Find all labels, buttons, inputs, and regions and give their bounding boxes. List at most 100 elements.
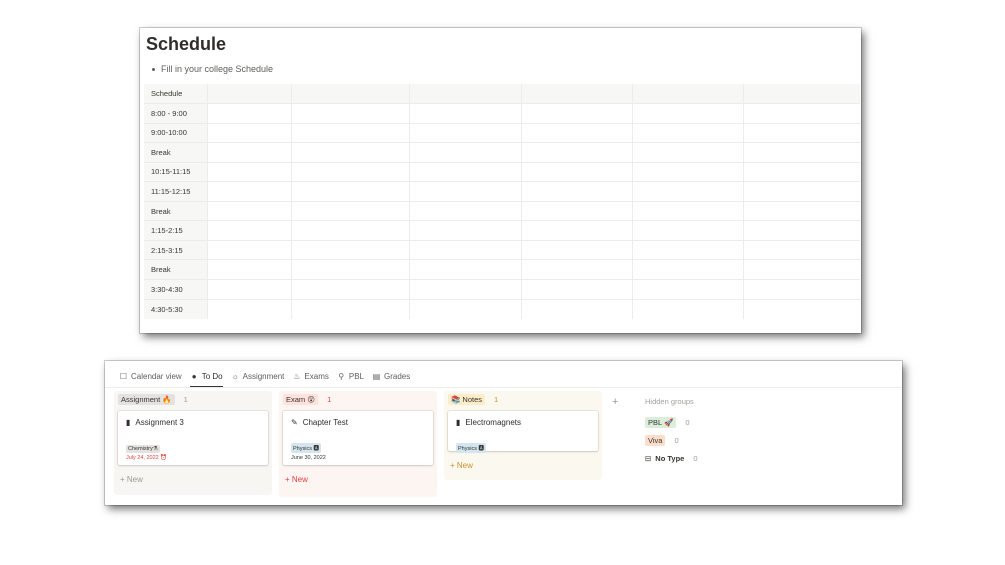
schedule-cell[interactable] — [520, 278, 632, 300]
schedule-cell[interactable] — [408, 200, 521, 221]
schedule-cell[interactable] — [290, 142, 409, 163]
schedule-cell[interactable] — [742, 142, 860, 163]
schedule-cell[interactable] — [631, 220, 743, 241]
schedule-cell[interactable] — [290, 200, 409, 221]
schedule-cell[interactable] — [206, 103, 291, 124]
group-chip[interactable]: Exam 😲 — [283, 393, 319, 405]
schedule-cell[interactable] — [290, 298, 409, 319]
schedule-cell[interactable] — [631, 84, 743, 104]
schedule-cell[interactable] — [290, 84, 409, 104]
schedule-cell[interactable] — [290, 161, 409, 182]
schedule-cell[interactable] — [408, 278, 521, 300]
schedule-cell[interactable] — [631, 298, 743, 319]
schedule-cell[interactable] — [206, 278, 291, 300]
schedule-cell[interactable] — [520, 220, 632, 241]
schedule-cell[interactable] — [742, 161, 860, 182]
schedule-cell[interactable] — [631, 103, 743, 124]
schedule-cell[interactable] — [742, 220, 860, 241]
schedule-cell[interactable] — [408, 259, 521, 280]
schedule-cell[interactable] — [520, 239, 632, 260]
schedule-cell[interactable] — [520, 142, 632, 163]
schedule-cell[interactable] — [742, 298, 860, 319]
schedule-cell[interactable] — [631, 161, 743, 182]
tab-assignment[interactable]: ☼ Assignment — [231, 368, 284, 384]
schedule-cell[interactable] — [206, 298, 291, 319]
hidden-group-no-type[interactable]: ⊟ No Type 0 — [645, 454, 698, 463]
notebook-icon: ▮ — [456, 418, 461, 427]
schedule-cell[interactable] — [290, 239, 409, 260]
board-column-exam: Exam 😲 1 ✎ Chapter Test Physics 🅰 June 3… — [279, 391, 437, 497]
edit-icon: ✎ — [291, 418, 298, 427]
tab-calendar-view[interactable]: ☐ Calendar view — [119, 368, 182, 384]
schedule-cell[interactable] — [206, 200, 291, 221]
hidden-group-viva[interactable]: Viva 0 — [645, 435, 679, 446]
column-header: Assignment 🔥 1 — [114, 391, 272, 407]
schedule-cell[interactable] — [631, 142, 743, 163]
schedule-cell[interactable] — [408, 84, 521, 104]
schedule-cell[interactable] — [631, 181, 743, 202]
schedule-cell[interactable] — [408, 103, 521, 124]
schedule-cell[interactable] — [742, 259, 860, 280]
schedule-cell[interactable] — [290, 103, 409, 124]
schedule-cell[interactable] — [206, 259, 291, 280]
schedule-cell[interactable] — [290, 278, 409, 300]
schedule-cell[interactable] — [408, 298, 521, 319]
schedule-cell[interactable] — [206, 84, 291, 104]
board-card-item[interactable]: ✎ Chapter Test Physics 🅰 June 30, 2022 — [283, 411, 433, 465]
schedule-cell[interactable] — [520, 122, 632, 143]
schedule-cell[interactable] — [742, 84, 860, 104]
group-chip: Viva — [645, 435, 666, 446]
new-card-button[interactable]: + New — [444, 459, 602, 471]
schedule-cell[interactable] — [206, 239, 291, 260]
schedule-cell[interactable] — [290, 220, 409, 241]
schedule-cell[interactable] — [520, 298, 632, 319]
schedule-cell[interactable] — [206, 220, 291, 241]
schedule-cell[interactable] — [742, 239, 860, 260]
add-group-button[interactable]: + — [612, 396, 618, 408]
new-card-button[interactable]: + New — [279, 473, 437, 485]
schedule-cell[interactable] — [206, 181, 291, 202]
tab-exams[interactable]: ♨ Exams — [292, 368, 329, 384]
schedule-cell[interactable] — [290, 259, 409, 280]
schedule-cell[interactable] — [631, 278, 743, 300]
schedule-cell[interactable] — [290, 122, 409, 143]
bullet-dot — [152, 67, 155, 71]
schedule-cell[interactable] — [520, 103, 632, 124]
schedule-cell[interactable] — [631, 200, 743, 221]
schedule-cell[interactable] — [408, 161, 521, 182]
schedule-cell[interactable] — [206, 161, 291, 182]
tab-pbl[interactable]: ⚲ PBL — [337, 368, 364, 384]
new-card-button[interactable]: + New — [114, 473, 272, 485]
schedule-cell[interactable] — [408, 220, 521, 241]
schedule-cell[interactable] — [631, 122, 743, 143]
schedule-cell[interactable] — [742, 103, 860, 124]
schedule-cell[interactable] — [290, 181, 409, 202]
schedule-cell[interactable] — [520, 181, 632, 202]
schedule-cell[interactable] — [742, 181, 860, 202]
schedule-cell[interactable] — [631, 259, 743, 280]
tab-to-do[interactable]: ● To Do — [189, 368, 223, 388]
schedule-cell[interactable] — [742, 122, 860, 143]
schedule-cell[interactable] — [520, 200, 632, 221]
schedule-cell[interactable] — [206, 122, 291, 143]
plus-icon: + — [285, 474, 292, 484]
schedule-cell[interactable] — [742, 278, 860, 300]
group-chip[interactable]: Assignment 🔥 — [118, 393, 175, 405]
board-card-item[interactable]: ▮ Assignment 3 Chemistry⚗ July 24, 2022 … — [118, 411, 268, 465]
schedule-cell[interactable] — [742, 200, 860, 221]
schedule-cell[interactable] — [631, 239, 743, 260]
column-header: 📚 Notes 1 — [444, 391, 602, 407]
schedule-cell[interactable] — [520, 84, 632, 104]
group-chip[interactable]: 📚 Notes — [448, 393, 486, 405]
board-card-item[interactable]: ▮ Electromagnets Physics 🅰 — [448, 411, 598, 453]
schedule-cell[interactable] — [520, 161, 632, 182]
schedule-cell[interactable] — [408, 181, 521, 202]
schedule-cell[interactable] — [408, 142, 521, 163]
schedule-cell[interactable] — [520, 259, 632, 280]
tab-grades[interactable]: ▤ Grades — [372, 368, 411, 384]
schedule-cell[interactable] — [408, 122, 521, 143]
hidden-group-pbl[interactable]: PBL 🚀 0 — [645, 417, 690, 428]
schedule-cell[interactable] — [408, 239, 521, 260]
schedule-cell[interactable] — [206, 142, 291, 163]
group-count: 1 — [327, 394, 332, 404]
